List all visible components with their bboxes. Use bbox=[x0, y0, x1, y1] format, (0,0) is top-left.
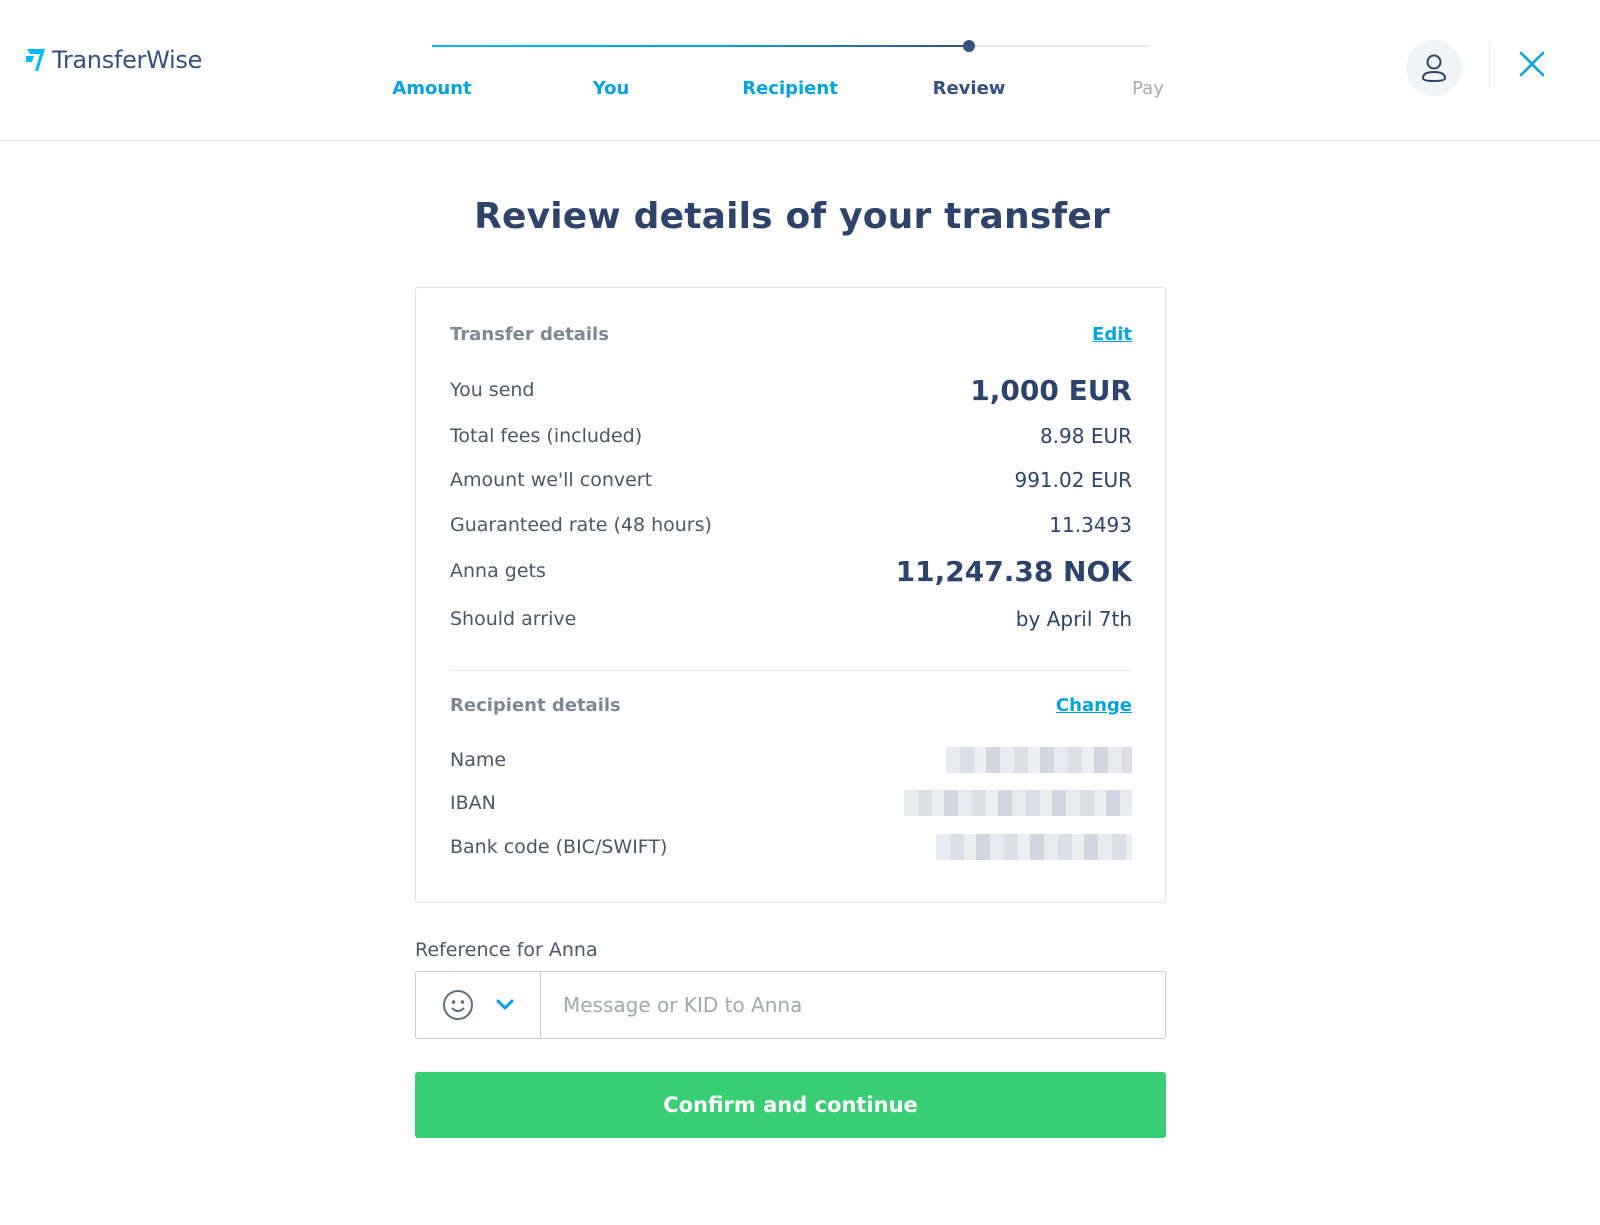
close-icon bbox=[1519, 51, 1545, 77]
review-card: Transfer details Edit You send 1,000 EUR… bbox=[415, 287, 1166, 903]
detail-row-convert: Amount we'll convert 991.02 EUR bbox=[450, 463, 1132, 497]
recipient-details-label: Recipient details bbox=[450, 694, 621, 716]
emoji-picker-button[interactable] bbox=[416, 972, 541, 1038]
detail-value-rate: 11.3493 bbox=[1049, 513, 1132, 537]
detail-label: You send bbox=[450, 379, 535, 401]
step-pay: Pay bbox=[1132, 78, 1164, 99]
detail-label: Guaranteed rate (48 hours) bbox=[450, 514, 712, 536]
reference-message-input[interactable] bbox=[541, 972, 1165, 1038]
detail-row-you-send: You send 1,000 EUR bbox=[450, 370, 1132, 410]
transfer-details-header: Transfer details Edit bbox=[450, 320, 1132, 348]
redacted-value bbox=[946, 747, 1132, 773]
recipient-details-header: Recipient details Change bbox=[450, 691, 1132, 719]
top-header: TransferWise Amount You Recipient Review… bbox=[0, 0, 1600, 141]
step-recipient[interactable]: Recipient bbox=[710, 78, 870, 99]
chevron-down-icon bbox=[496, 999, 514, 1010]
detail-row-arrival: Should arrive by April 7th bbox=[450, 602, 1132, 636]
change-recipient-link[interactable]: Change bbox=[1056, 695, 1132, 716]
step-you[interactable]: You bbox=[531, 78, 691, 99]
detail-value-you-send: 1,000 EUR bbox=[970, 373, 1132, 407]
detail-label: Total fees (included) bbox=[450, 425, 643, 447]
recipient-label: Bank code (BIC/SWIFT) bbox=[450, 836, 668, 858]
detail-row-recipient-gets: Anna gets 11,247.38 NOK bbox=[450, 551, 1132, 591]
recipient-label: Name bbox=[450, 749, 507, 771]
progress-stepper: Amount You Recipient Review Pay bbox=[360, 30, 1180, 110]
recipient-row-bank-code: Bank code (BIC/SWIFT) bbox=[450, 830, 1132, 864]
redacted-value bbox=[904, 790, 1132, 816]
header-divider bbox=[1489, 42, 1490, 88]
detail-value-recipient-gets: 11,247.38 NOK bbox=[895, 554, 1132, 588]
detail-label: Anna gets bbox=[450, 560, 546, 582]
edit-transfer-link[interactable]: Edit bbox=[1092, 324, 1132, 345]
step-amount[interactable]: Amount bbox=[352, 78, 512, 99]
reference-input-group bbox=[415, 971, 1166, 1039]
detail-value-convert: 991.02 EUR bbox=[1014, 468, 1132, 492]
section-divider bbox=[450, 670, 1132, 671]
stepper-progress-fill bbox=[432, 45, 969, 47]
transfer-details-label: Transfer details bbox=[450, 323, 609, 345]
stepper-current-dot bbox=[963, 40, 975, 52]
transferwise-logo[interactable]: TransferWise bbox=[24, 40, 202, 80]
redacted-value bbox=[936, 834, 1132, 860]
detail-value-fees: 8.98 EUR bbox=[1039, 424, 1132, 448]
close-button[interactable] bbox=[1518, 50, 1546, 78]
recipient-row-name: Name bbox=[450, 743, 1132, 777]
brand-name: TransferWise bbox=[52, 46, 203, 74]
transferwise-flag-icon bbox=[26, 49, 45, 71]
detail-value-arrival: by April 7th bbox=[1015, 607, 1132, 631]
detail-row-rate: Guaranteed rate (48 hours) 11.3493 bbox=[450, 508, 1132, 542]
confirm-and-continue-button[interactable]: Confirm and continue bbox=[415, 1072, 1166, 1138]
detail-label: Amount we'll convert bbox=[450, 469, 653, 491]
recipient-row-iban: IBAN bbox=[450, 786, 1132, 820]
profile-button[interactable] bbox=[1406, 40, 1462, 96]
detail-row-fees: Total fees (included) 8.98 EUR bbox=[450, 419, 1132, 453]
recipient-label: IBAN bbox=[450, 792, 496, 814]
user-icon bbox=[1421, 54, 1447, 83]
reference-label: Reference for Anna bbox=[415, 939, 598, 961]
smiley-icon bbox=[443, 990, 473, 1020]
stepper-track bbox=[432, 45, 1148, 47]
step-review: Review bbox=[932, 78, 1006, 99]
detail-label: Should arrive bbox=[450, 608, 577, 630]
page-title: Review details of your transfer bbox=[474, 196, 1110, 237]
